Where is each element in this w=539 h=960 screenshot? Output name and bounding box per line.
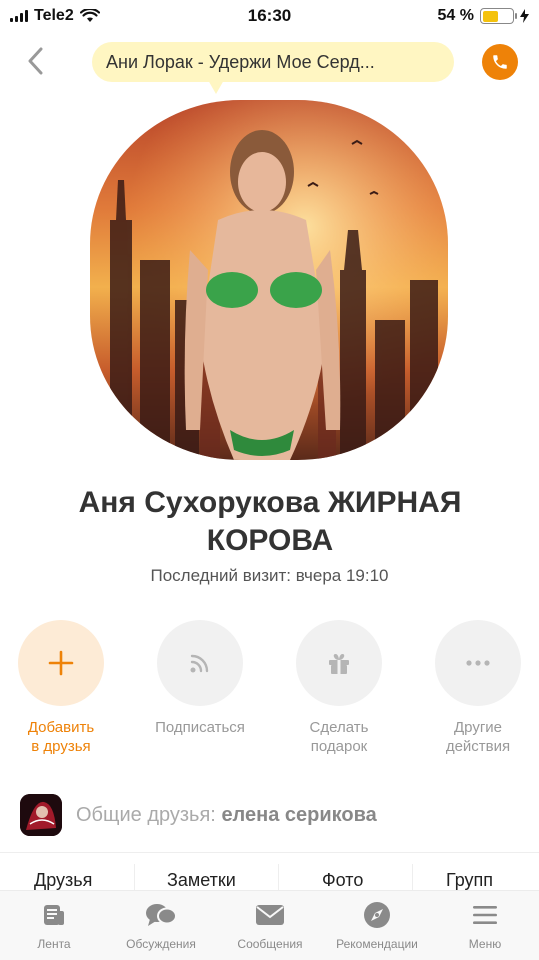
music-title: Ани Лорак - Удержи Мое Серд... (106, 51, 375, 72)
status-right: 54 % (438, 7, 529, 25)
feed-icon (190, 654, 209, 673)
tab-friends[interactable]: Друзья (34, 870, 92, 891)
add-friend-circle[interactable] (18, 620, 104, 706)
send-gift-label: Сделать подарок (309, 719, 369, 755)
mutual-friends-label: Общие друзья: (76, 803, 216, 826)
avatar-illustration (90, 100, 448, 460)
profile-name: Аня Сухорукова ЖИРНАЯ КОРОВА (78, 486, 462, 557)
add-friend-button[interactable]: Добавить в друзья (1, 620, 121, 756)
bubble-tail (208, 80, 224, 94)
mutual-friend-name[interactable]: елена серикова (221, 804, 376, 826)
envelope-icon (256, 905, 284, 925)
mutual-friends-text: Общие друзья: елена серикова (76, 804, 377, 827)
nav-recommendations-label: Рекомендации (336, 937, 418, 951)
more-icon (466, 660, 490, 666)
nav-messages[interactable]: Сообщения (216, 899, 324, 951)
add-friend-label: Добавить в друзья (27, 719, 95, 755)
nav-feed[interactable]: Лента (0, 899, 108, 951)
bottom-navigation: Лента Обсуждения Сообщения Рекомендации … (0, 890, 539, 960)
nav-discussions-label: Обсуждения (126, 937, 196, 951)
battery-percent: 54 % (437, 7, 474, 24)
profile-avatar[interactable] (90, 100, 448, 460)
tab-groups[interactable]: Групп (446, 870, 493, 891)
chat-bubbles-icon (146, 904, 177, 926)
mutual-friends-row[interactable]: Общие друзья: елена серикова (20, 794, 377, 836)
subscribe-circle[interactable] (157, 620, 243, 706)
send-gift-button[interactable]: Сделать подарок (279, 620, 399, 756)
gift-icon (329, 654, 349, 674)
hamburger-icon (473, 906, 497, 924)
phone-icon (493, 55, 507, 69)
nav-discussions[interactable]: Обсуждения (107, 899, 215, 951)
chevron-left-icon (28, 47, 43, 75)
tab-notes[interactable]: Заметки (167, 870, 236, 891)
battery-icon (480, 8, 517, 24)
mutual-friend-avatar[interactable] (20, 794, 62, 836)
last-visit: Последний визит: вчера 19:10 (150, 566, 389, 585)
subscribe-label: Подписаться (155, 719, 245, 736)
charging-icon (520, 9, 529, 23)
feed-doc-icon (44, 905, 64, 925)
divider (0, 852, 539, 853)
nav-messages-label: Сообщения (237, 937, 303, 951)
compass-icon (364, 902, 390, 928)
nav-feed-label: Лента (37, 937, 71, 951)
plus-icon (48, 650, 74, 676)
avatar-thumbnail (20, 794, 62, 836)
subscribe-button[interactable]: Подписаться (140, 620, 260, 737)
more-actions-button[interactable]: Другие действия (418, 620, 538, 756)
music-status-bubble[interactable]: Ани Лорак - Удержи Мое Серд... (92, 42, 454, 82)
nav-recommendations[interactable]: Рекомендации (323, 899, 431, 951)
status-bar: Tele2 16:30 54 % (0, 0, 539, 32)
call-button[interactable] (482, 44, 518, 80)
tab-photos[interactable]: Фото (322, 870, 363, 891)
nav-menu[interactable]: Меню (431, 899, 539, 951)
profile-actions: Добавить в друзья Подписаться Сделать по… (0, 620, 539, 760)
more-actions-circle[interactable] (435, 620, 521, 706)
send-gift-circle[interactable] (296, 620, 382, 706)
battery-fill (482, 10, 499, 22)
back-button[interactable] (20, 44, 50, 78)
nav-menu-label: Меню (468, 937, 502, 951)
more-actions-label: Другие действия (445, 719, 511, 755)
